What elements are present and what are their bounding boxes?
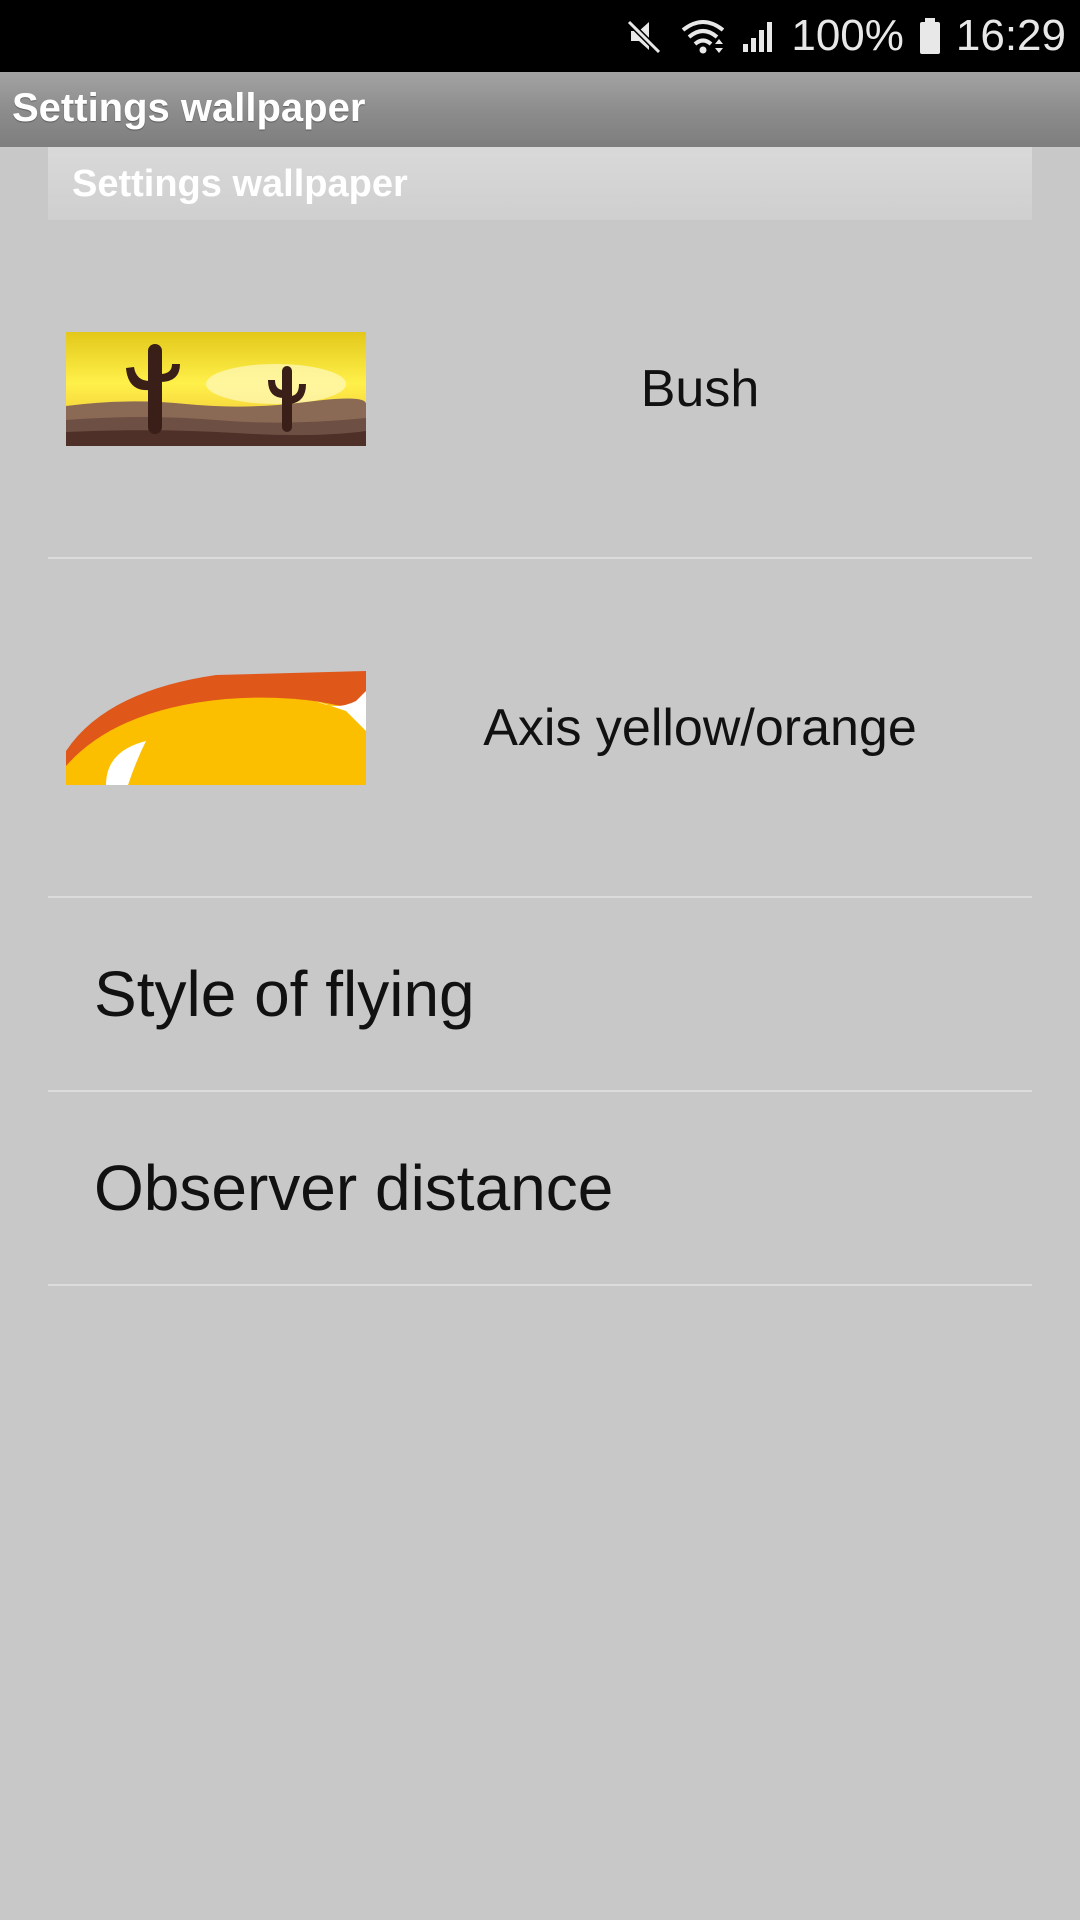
wifi-icon	[679, 16, 727, 56]
yellow-orange-thumbnail	[66, 671, 366, 785]
action-bar: Settings wallpaper	[0, 72, 1080, 147]
option-label: Axis yellow/orange	[483, 698, 917, 757]
observer-distance-option[interactable]: Observer distance	[48, 1092, 1032, 1286]
style-of-flying-option[interactable]: Style of flying	[48, 898, 1032, 1092]
clock: 16:29	[955, 11, 1066, 60]
status-icons: 100% 16:29	[625, 0, 1066, 72]
signal-icon	[741, 16, 777, 56]
option-label: Bush	[640, 359, 760, 418]
wallpaper-option-bush[interactable]: Bush	[48, 220, 1032, 559]
cactus-thumbnail	[66, 332, 366, 446]
battery-icon	[918, 16, 942, 56]
battery-percent: 100%	[791, 11, 904, 60]
option-label: Observer distance	[94, 1152, 614, 1224]
option-label: Style of flying	[94, 958, 475, 1030]
app-title: Settings wallpaper	[12, 86, 366, 130]
wallpaper-option-axis[interactable]: Axis yellow/orange	[48, 559, 1032, 898]
settings-list: Bush Axis yellow/orange Style of flying …	[48, 220, 1032, 1286]
status-bar: 100% 16:29	[0, 0, 1080, 72]
mute-icon	[625, 16, 665, 56]
section-header: Settings wallpaper	[48, 147, 1032, 220]
settings-content: Settings wallpaper Bush Axis yellow/oran…	[0, 147, 1080, 1920]
section-title: Settings wallpaper	[72, 163, 408, 205]
